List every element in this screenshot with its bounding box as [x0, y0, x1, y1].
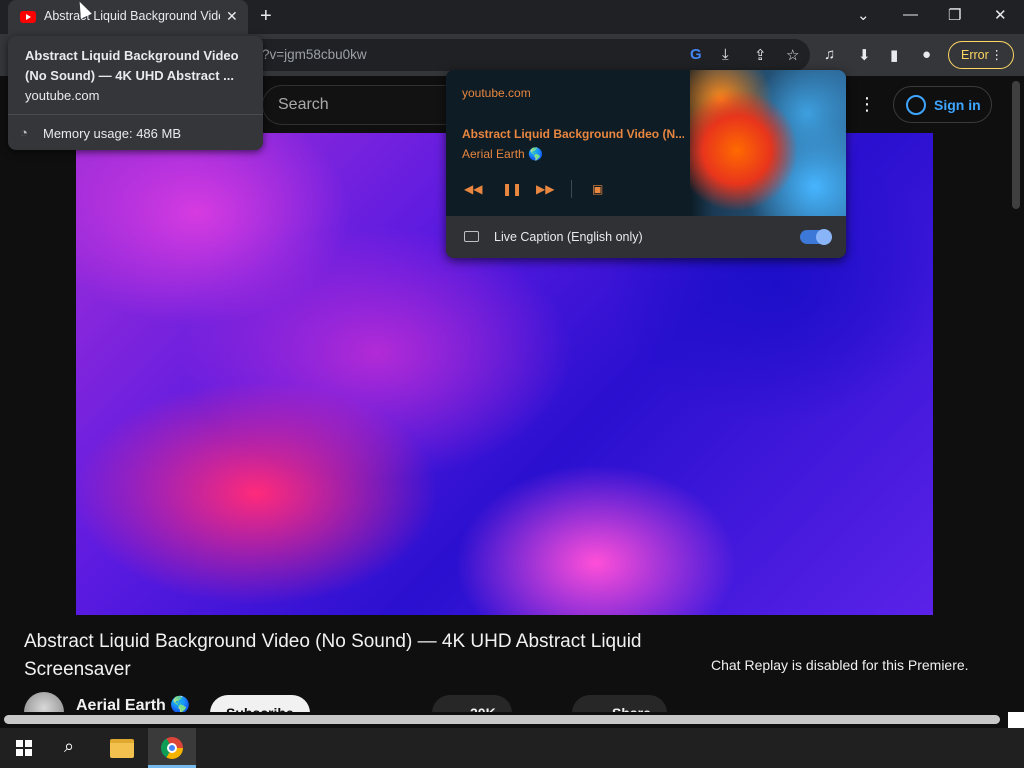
- search-input[interactable]: Search: [262, 85, 462, 125]
- caption-icon: [464, 231, 479, 242]
- taskbar-search-button[interactable]: ⌕: [48, 728, 96, 768]
- hover-card-divider: [8, 114, 263, 115]
- tab-hover-card: Abstract Liquid Background Video (No Sou…: [8, 36, 263, 150]
- live-caption-toggle[interactable]: [800, 229, 832, 245]
- scrollbar-corner: [1008, 712, 1024, 728]
- page-scrollbar[interactable]: [1012, 81, 1020, 209]
- tab-close-button[interactable]: ✕: [226, 8, 238, 25]
- screen: Abstract Liquid Background Video (No Sou…: [0, 0, 1024, 768]
- search-icon: ⌕: [64, 736, 75, 756]
- more-options-icon[interactable]: ⋮: [858, 94, 876, 115]
- install-app-icon[interactable]: ⤓: [722, 46, 729, 63]
- bookmark-star-icon[interactable]: ☆: [786, 46, 799, 64]
- hover-card-title: Abstract Liquid Background Video (No Sou…: [25, 48, 239, 83]
- address-url: ?v=jgm58cbu0kw: [262, 47, 367, 62]
- control-divider: [571, 180, 572, 198]
- forward-icon[interactable]: ▶▶: [536, 182, 554, 196]
- tab-title: Abstract Liquid Background Video (No Sou…: [44, 9, 220, 23]
- media-controls-popup: youtube.com Abstract Liquid Background V…: [446, 70, 846, 258]
- browser-tab[interactable]: Abstract Liquid Background Video (No Sou…: [8, 0, 248, 34]
- media-info-area: youtube.com Abstract Liquid Background V…: [446, 70, 846, 216]
- chrome-icon: [161, 737, 183, 759]
- toggle-knob: [816, 229, 832, 245]
- downloads-icon[interactable]: ⬇: [858, 46, 871, 64]
- profile-icon[interactable]: ●: [922, 46, 931, 63]
- windows-logo-icon: [16, 740, 32, 756]
- side-panel-icon[interactable]: ▮: [890, 46, 898, 64]
- chrome-taskbar-button[interactable]: [148, 728, 196, 768]
- search-placeholder: Search: [278, 96, 329, 113]
- folder-icon: [110, 739, 134, 758]
- error-label: Error: [961, 48, 989, 62]
- chrome-menu-icon[interactable]: ⋮: [991, 47, 1004, 62]
- sign-in-button[interactable]: Sign in: [893, 86, 992, 123]
- media-source: youtube.com: [462, 86, 531, 100]
- scrollbar-thumb[interactable]: [4, 715, 1000, 724]
- window-close-button[interactable]: ✕: [994, 6, 1007, 24]
- live-caption-row: Live Caption (English only): [446, 216, 846, 258]
- hover-card-domain: youtube.com: [25, 88, 100, 103]
- tab-search-button[interactable]: ⌄: [857, 6, 870, 24]
- tab-strip: Abstract Liquid Background Video (No Sou…: [0, 0, 1024, 34]
- windows-taskbar: ⌕: [0, 728, 1024, 768]
- file-explorer-button[interactable]: [98, 728, 146, 768]
- youtube-favicon-icon: [20, 11, 36, 23]
- horizontal-scrollbar[interactable]: [0, 712, 1024, 728]
- rewind-icon[interactable]: ◀◀: [464, 182, 482, 196]
- media-control-icon[interactable]: ♫: [824, 46, 835, 63]
- sign-in-label: Sign in: [934, 97, 981, 113]
- media-title: Abstract Liquid Background Video (N...: [462, 127, 684, 141]
- google-lens-icon[interactable]: G: [690, 46, 702, 63]
- video-title: Abstract Liquid Background Video (No Sou…: [24, 631, 642, 680]
- pause-icon[interactable]: ❚❚: [502, 182, 522, 196]
- memory-gauge-icon: ◔: [20, 125, 28, 140]
- minimize-button[interactable]: —: [903, 6, 918, 23]
- memory-usage: Memory usage: 486 MB: [43, 126, 182, 141]
- chat-replay-notice: Chat Replay is disabled for this Premier…: [711, 657, 969, 673]
- restore-button[interactable]: ❐: [948, 6, 961, 24]
- error-profile-button[interactable]: Error ⋮: [948, 41, 1014, 69]
- live-caption-label: Live Caption (English only): [494, 230, 643, 244]
- media-artist: Aerial Earth 🌎: [462, 147, 543, 161]
- new-tab-button[interactable]: +: [260, 5, 272, 28]
- picture-in-picture-icon[interactable]: ▣: [592, 182, 603, 196]
- share-icon[interactable]: ⇪: [754, 46, 767, 64]
- media-artwork: [690, 70, 846, 216]
- start-button[interactable]: [0, 728, 48, 768]
- account-icon: [906, 95, 926, 115]
